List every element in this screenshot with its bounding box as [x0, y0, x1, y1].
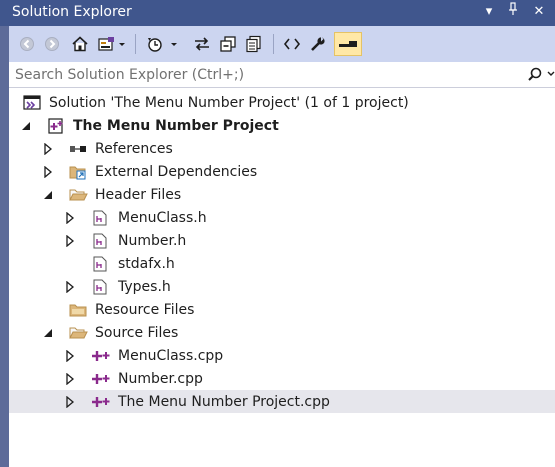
preview-selected-items-button[interactable]	[334, 32, 362, 56]
tree-item-references[interactable]: References	[9, 137, 555, 160]
tree-item-project[interactable]: The Menu Number Project	[9, 114, 555, 137]
solution-tree: Solution 'The Menu Number Project' (1 of…	[9, 88, 555, 467]
view-code-button[interactable]	[281, 32, 303, 56]
panel-title: Solution Explorer	[12, 4, 132, 20]
tree-item-solution[interactable]: Solution 'The Menu Number Project' (1 of…	[9, 91, 555, 114]
collapsed-arrow-icon[interactable]	[65, 229, 75, 252]
tree-item-resource-files[interactable]: Resource Files	[9, 298, 555, 321]
cpp-file-icon	[91, 367, 111, 390]
tree-item-project-cpp[interactable]: The Menu Number Project.cpp	[9, 390, 555, 413]
search-input[interactable]	[13, 64, 517, 86]
pending-changes-filter-icon	[148, 38, 177, 52]
tree-item-number-cpp[interactable]: Number.cpp	[9, 367, 555, 390]
switch-views-icon	[98, 37, 125, 51]
cpp-project-icon	[47, 114, 65, 137]
tree-item-label: External Dependencies	[95, 163, 258, 180]
tree-item-label: Number.cpp	[118, 370, 203, 387]
view-code-icon	[283, 38, 301, 50]
tree-item-menuclass-h[interactable]: MenuClass.h	[9, 206, 555, 229]
tree-item-label: References	[95, 140, 173, 157]
collapse-all-button[interactable]	[217, 32, 239, 56]
expanded-arrow-icon[interactable]	[21, 114, 31, 137]
tree-item-label: Resource Files	[95, 301, 195, 318]
back-icon	[20, 37, 34, 51]
toolbar-separator	[135, 34, 136, 54]
home-button[interactable]	[69, 32, 91, 56]
window-position-dropdown[interactable]: ▾	[478, 2, 500, 22]
properties-button[interactable]	[307, 32, 329, 56]
open-folder-icon	[69, 321, 89, 344]
collapsed-arrow-icon[interactable]	[65, 344, 75, 367]
switch-views-button[interactable]	[95, 32, 129, 56]
cpp-file-icon	[91, 344, 111, 367]
collapse-all-icon	[220, 36, 236, 52]
tree-item-menuclass-cpp[interactable]: MenuClass.cpp	[9, 344, 555, 367]
tree-item-types-h[interactable]: Types.h	[9, 275, 555, 298]
tree-item-header-files[interactable]: Header Files	[9, 183, 555, 206]
tree-item-label: Types.h	[118, 278, 171, 295]
tree-item-source-files[interactable]: Source Files	[9, 321, 555, 344]
tree-item-label: MenuClass.cpp	[118, 347, 224, 364]
search-icon	[528, 67, 555, 81]
auto-hide-pin-button[interactable]	[502, 2, 524, 22]
sync-with-active-document-button[interactable]	[191, 32, 213, 56]
tree-item-label: Number.h	[118, 232, 187, 249]
tree-item-label: The Menu Number Project.cpp	[118, 393, 330, 410]
home-icon	[72, 36, 88, 52]
toolbar-separator	[273, 34, 274, 54]
header-file-icon	[93, 206, 107, 229]
search-box	[9, 62, 555, 88]
pin-icon	[509, 2, 517, 15]
tree-item-label: stdafx.h	[118, 255, 175, 272]
expanded-arrow-icon[interactable]	[43, 321, 53, 344]
folder-icon	[69, 298, 89, 321]
toolbar	[9, 26, 555, 62]
show-all-files-icon	[246, 35, 261, 53]
show-all-files-button[interactable]	[243, 32, 265, 56]
tree-item-label: The Menu Number Project	[73, 117, 279, 134]
left-frame	[0, 26, 9, 467]
tree-item-stdafx-h[interactable]: stdafx.h	[9, 252, 555, 275]
properties-icon	[311, 36, 325, 51]
collapsed-arrow-icon[interactable]	[65, 275, 75, 298]
collapsed-arrow-icon[interactable]	[65, 390, 75, 413]
collapsed-arrow-icon[interactable]	[43, 137, 53, 160]
expanded-arrow-icon[interactable]	[43, 183, 53, 206]
tree-item-label: Source Files	[95, 324, 179, 341]
open-folder-icon	[69, 183, 89, 206]
close-button[interactable]: ✕	[528, 2, 550, 22]
title-bar: Solution Explorer ▾ ✕	[0, 0, 555, 26]
collapsed-arrow-icon[interactable]	[65, 367, 75, 390]
collapsed-arrow-icon[interactable]	[65, 206, 75, 229]
tree-item-label: Solution 'The Menu Number Project' (1 of…	[49, 94, 409, 111]
cpp-file-icon	[91, 390, 111, 413]
solution-explorer-panel: Solution Explorer ▾ ✕ Search Solution Ex…	[0, 0, 555, 467]
forward-icon	[45, 37, 59, 51]
tree-item-label: MenuClass.h	[118, 209, 207, 226]
pending-changes-filter-button[interactable]	[143, 32, 181, 56]
search-button[interactable]	[527, 66, 555, 88]
sync-with-active-document-icon	[195, 37, 209, 51]
tree-item-number-h[interactable]: Number.h	[9, 229, 555, 252]
forward-button[interactable]	[42, 32, 62, 56]
header-file-icon	[93, 275, 107, 298]
solution-icon	[23, 91, 41, 114]
external-dependencies-icon	[69, 160, 87, 183]
tree-item-external-dependencies[interactable]: External Dependencies	[9, 160, 555, 183]
references-icon	[69, 137, 87, 160]
tree-item-label: Header Files	[95, 186, 182, 203]
back-button[interactable]	[17, 32, 37, 56]
header-file-icon	[93, 252, 107, 275]
collapsed-arrow-icon[interactable]	[43, 160, 53, 183]
preview-selected-items-icon	[339, 41, 357, 47]
header-file-icon	[93, 229, 107, 252]
